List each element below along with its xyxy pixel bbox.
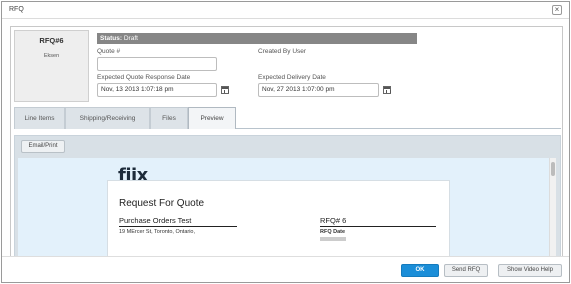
dialog-footer: OK Send RFQ Show Video Help <box>2 256 569 282</box>
created-by-label: Created By User <box>258 48 307 55</box>
expected-quote-response-label: Expected Quote Response Date <box>97 74 191 81</box>
ok-button[interactable]: OK <box>401 264 439 277</box>
tab-line-items[interactable]: Line Items <box>14 107 65 129</box>
preview-panel: Email/Print fiix Request For Quote Purch… <box>14 135 561 256</box>
expected-quote-response-input[interactable]: Nov, 13 2013 1:07:18 pm <box>97 83 217 97</box>
document-page: Request For Quote Purchase Orders Test R… <box>107 180 450 256</box>
quote-number-label: Quote # <box>97 48 121 55</box>
email-print-button[interactable]: Email/Print <box>21 140 65 153</box>
rfq-date-value-placeholder <box>320 237 346 241</box>
tab-bar: Line Items Shipping/Receiving Files Prev… <box>14 107 561 129</box>
quote-number-input[interactable] <box>97 57 217 71</box>
rfq-heading: RFQ# 6 <box>320 216 436 227</box>
document-viewer[interactable]: fiix Request For Quote Purchase Orders T… <box>18 158 556 256</box>
show-video-help-button[interactable]: Show Video Help <box>498 264 562 277</box>
status-bar: Status: Draft <box>97 33 417 44</box>
tab-files[interactable]: Files <box>150 107 188 129</box>
rfq-owner: Eksen <box>43 53 60 59</box>
document-title: Request For Quote <box>119 198 205 209</box>
status-value: Draft <box>123 35 138 42</box>
close-icon[interactable]: × <box>552 5 562 15</box>
rfq-number: RFQ#6 <box>39 36 64 45</box>
dialog-content: RFQ#6 Eksen Status: Draft Quote # Create… <box>10 26 563 257</box>
rfq-summary-card: RFQ#6 Eksen <box>14 30 89 102</box>
send-rfq-button[interactable]: Send RFQ <box>444 264 488 277</box>
status-label: Status: <box>100 35 123 42</box>
rfq-dialog: RFQ × RFQ#6 Eksen Status: Draft Quote # … <box>1 1 570 283</box>
vertical-scrollbar[interactable] <box>549 158 556 256</box>
calendar-icon[interactable] <box>221 86 229 94</box>
dialog-title: RFQ <box>9 6 24 13</box>
vendor-address: 19 MErcer St, Toronto, Ontario, <box>119 229 196 235</box>
tab-preview[interactable]: Preview <box>188 107 236 129</box>
rfq-date-label: RFQ Date <box>320 229 346 235</box>
expected-delivery-input[interactable]: Nov, 27 2013 1:07:00 pm <box>258 83 379 97</box>
dialog-titlebar: RFQ × <box>2 2 569 19</box>
tab-shipping-receiving[interactable]: Shipping/Receiving <box>65 107 150 129</box>
vendor-name: Purchase Orders Test <box>119 216 237 227</box>
calendar-icon[interactable] <box>383 86 391 94</box>
scrollbar-thumb[interactable] <box>551 162 555 176</box>
expected-delivery-label: Expected Delivery Date <box>258 74 326 81</box>
